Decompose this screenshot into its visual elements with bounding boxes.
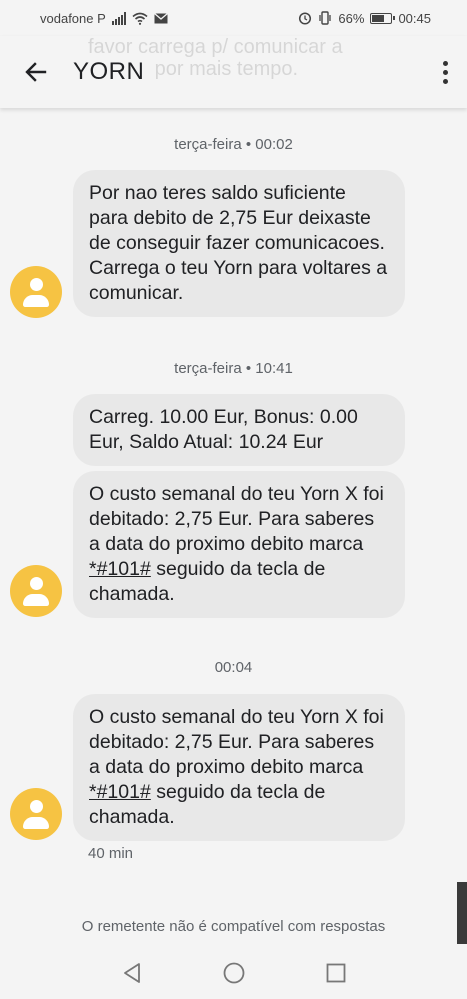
avatar[interactable] [10,565,62,617]
vibrate-icon [319,11,332,25]
back-button[interactable] [18,54,54,90]
message-age: 40 min [88,845,134,862]
message-bubble[interactable]: O custo semanal do teu Yorn X foi debita… [73,471,405,618]
timestamp: 00:04 [214,659,253,676]
person-icon [30,577,43,590]
wifi-icon [132,12,148,25]
conversation-list[interactable]: terça-feira • 00:02 Por nao teres saldo … [0,108,467,930]
status-right: 66% 00:45 [298,11,431,26]
timestamp: terça-feira • 10:41 [174,360,293,377]
status-left: vodafone P [40,11,168,26]
conversation-title: YORN [73,58,145,85]
more-vert-icon [442,60,448,66]
message-text: O custo semanal do teu Yorn X foi debita… [89,706,384,778]
triangle-back-icon [123,963,140,983]
message-bubble[interactable]: Por nao teres saldo suficiente para debi… [73,170,405,317]
nav-back-button[interactable] [120,961,144,985]
alarm-icon [299,12,312,25]
carrier-label: vodafone P [40,10,106,26]
arrow-left-icon [25,62,47,82]
nav-recents-button[interactable] [324,961,348,985]
square-recents-icon [326,963,345,983]
signal-icon [111,11,126,25]
ussd-code-link[interactable]: *#101# [89,781,151,803]
ussd-code-link[interactable]: *#101# [89,558,151,580]
timestamp: terça-feira • 00:02 [174,136,293,153]
avatar[interactable] [10,788,62,840]
avatar[interactable] [10,266,62,318]
person-icon [30,278,43,291]
battery-percent: 66% [338,10,365,26]
circle-home-icon [223,962,244,984]
message-bubble[interactable]: O custo semanal do teu Yorn X foi debita… [73,694,405,841]
mail-icon [153,12,168,23]
app-header: favor carrega p/ comunicar a por mais te… [0,36,467,108]
more-options-button[interactable] [439,54,451,90]
status-bar: vodafone P 66% 00:45 [0,0,467,36]
message-bubble[interactable]: Carreg. 10.00 Eur, Bonus: 0.00 Eur, Sald… [73,394,405,466]
system-nav-bar [0,947,467,999]
message-text: O custo semanal do teu Yorn X foi debita… [89,483,384,555]
person-icon [30,800,43,813]
no-reply-notice: O remetente não é compatível com respost… [81,918,386,935]
clock: 00:45 [398,10,431,26]
battery-icon [370,12,396,24]
nav-home-button[interactable] [222,961,246,985]
